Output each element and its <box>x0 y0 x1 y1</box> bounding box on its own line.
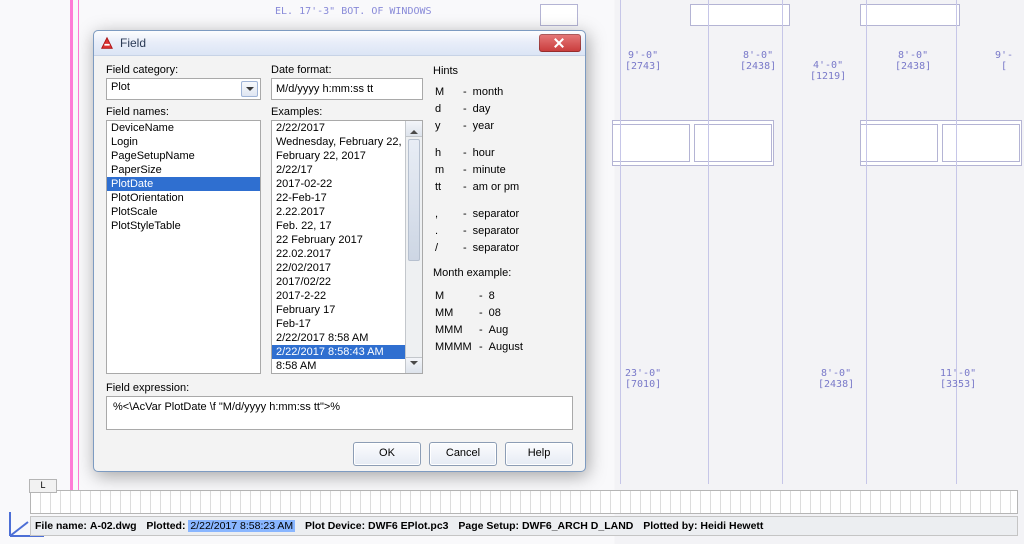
examples-item[interactable]: 2/22/17 <box>272 163 406 177</box>
status-pagesetup-label: Page Setup: <box>458 520 519 532</box>
hints-label: Hints <box>433 64 573 79</box>
window-rect <box>612 124 690 162</box>
status-device: DWF6 EPlot.pc3 <box>368 520 449 532</box>
gridline <box>708 0 709 484</box>
examples-item[interactable]: Feb-17 <box>272 317 406 331</box>
window-rect <box>860 124 938 162</box>
status-plottedby-label: Plotted by: <box>643 520 697 532</box>
dim-label: 8'-0"[2438] <box>895 50 931 72</box>
field-names-item[interactable]: PlotStyleTable <box>107 219 260 233</box>
field-category-value: Plot <box>111 81 130 93</box>
examples-item[interactable]: 22/02/2017 <box>272 261 406 275</box>
examples-item[interactable]: 2/22/2017 8:58:43 AM <box>272 345 406 359</box>
dim-label: 4'-0"[1219] <box>810 60 846 82</box>
field-names-item[interactable]: PlotScale <box>107 205 260 219</box>
window-rect <box>690 4 790 26</box>
elevation-note: EL. 17'-3" BOT. OF WINDOWS <box>275 6 432 17</box>
status-plottedby: Heidi Hewett <box>700 520 763 532</box>
field-category-combo[interactable]: Plot <box>106 78 261 100</box>
expression-label: Field expression: <box>106 382 573 394</box>
drawing-edge <box>70 0 79 492</box>
gridline <box>620 0 621 484</box>
dim-label: 9'-0"[2743] <box>625 50 661 72</box>
window-rect <box>694 124 772 162</box>
status-bar: File name: A-02.dwg Plotted: 2/22/2017 8… <box>30 516 1018 536</box>
examples-item[interactable]: 8:58:43 AM <box>272 373 406 374</box>
dim-label: 11'-0"[3353] <box>940 368 976 390</box>
dim-label: 9'-[ <box>995 50 1013 72</box>
examples-item[interactable]: 2/22/2017 <box>272 121 406 135</box>
month-example-label: Month example: <box>433 266 573 281</box>
examples-item[interactable]: 2017-02-22 <box>272 177 406 191</box>
scroll-up-button[interactable] <box>406 121 422 137</box>
examples-item[interactable]: 2017-2-22 <box>272 289 406 303</box>
field-names-item[interactable]: Login <box>107 135 260 149</box>
window-rect <box>942 124 1020 162</box>
examples-item[interactable]: 2017/02/22 <box>272 275 406 289</box>
examples-item[interactable]: 22.02.2017 <box>272 247 406 261</box>
scroll-thumb[interactable] <box>408 139 420 261</box>
field-names-list[interactable]: DeviceNameLoginPageSetupNamePaperSizePlo… <box>106 120 261 374</box>
dim-label: 8'-0"[2438] <box>740 50 776 72</box>
help-button[interactable]: Help <box>505 442 573 466</box>
status-filename-label: File name: <box>35 520 87 532</box>
field-names-label: Field names: <box>106 106 261 118</box>
status-plotted-label: Plotted: <box>146 520 185 532</box>
field-category-label: Field category: <box>106 64 261 76</box>
examples-item[interactable]: 2.22.2017 <box>272 205 406 219</box>
field-names-item[interactable]: DeviceName <box>107 121 260 135</box>
ok-button[interactable]: OK <box>353 442 421 466</box>
gridline <box>782 0 783 484</box>
close-button[interactable] <box>539 34 581 52</box>
gridline <box>956 0 957 484</box>
app-icon <box>100 36 114 50</box>
hints-table: M-monthd-dayy-yearh-hourm-minutett-am or… <box>433 83 525 258</box>
dim-label: 23'-0"[7010] <box>625 368 661 390</box>
window-rect <box>860 4 960 26</box>
examples-item[interactable]: 22 February 2017 <box>272 233 406 247</box>
examples-list[interactable]: 2/22/2017Wednesday, February 22, 2017Feb… <box>271 120 423 374</box>
ruler-tab[interactable]: L <box>29 479 57 493</box>
status-pagesetup: DWF6_ARCH D_LAND <box>522 520 633 532</box>
examples-item[interactable]: February 17 <box>272 303 406 317</box>
field-names-item[interactable]: PageSetupName <box>107 149 260 163</box>
date-format-input[interactable]: M/d/yyyy h:mm:ss tt <box>271 78 423 100</box>
status-filename: A-02.dwg <box>90 520 137 532</box>
dim-label: 8'-0"[2438] <box>818 368 854 390</box>
field-names-item[interactable]: PaperSize <box>107 163 260 177</box>
month-example-table: M-8MM-08MMM-AugMMMM-August <box>433 287 529 357</box>
examples-item[interactable]: 8:58 AM <box>272 359 406 373</box>
window-rect <box>540 4 578 26</box>
ruler[interactable]: L <box>30 490 1018 514</box>
cancel-button[interactable]: Cancel <box>429 442 497 466</box>
scroll-down-button[interactable] <box>406 357 422 373</box>
scrollbar[interactable] <box>405 121 422 373</box>
date-format-label: Date format: <box>271 64 423 76</box>
status-plotted-value: 2/22/2017 8:58:23 AM <box>188 520 295 532</box>
field-names-item[interactable]: PlotDate <box>107 177 260 191</box>
titlebar[interactable]: Field <box>94 31 585 56</box>
examples-label: Examples: <box>271 106 423 118</box>
examples-item[interactable]: Wednesday, February 22, 2017 <box>272 135 406 149</box>
examples-item[interactable]: 22-Feb-17 <box>272 191 406 205</box>
dialog-title: Field <box>120 36 539 50</box>
field-names-item[interactable]: PlotOrientation <box>107 191 260 205</box>
gridline <box>866 0 867 484</box>
examples-item[interactable]: 2/22/2017 8:58 AM <box>272 331 406 345</box>
examples-item[interactable]: February 22, 2017 <box>272 149 406 163</box>
status-device-label: Plot Device: <box>305 520 365 532</box>
field-dialog: Field Field category: Plot Field names: … <box>93 30 586 472</box>
chevron-down-icon[interactable] <box>241 81 258 97</box>
expression-value: %<\AcVar PlotDate \f "M/d/yyyy h:mm:ss t… <box>106 396 573 430</box>
examples-item[interactable]: Feb. 22, 17 <box>272 219 406 233</box>
